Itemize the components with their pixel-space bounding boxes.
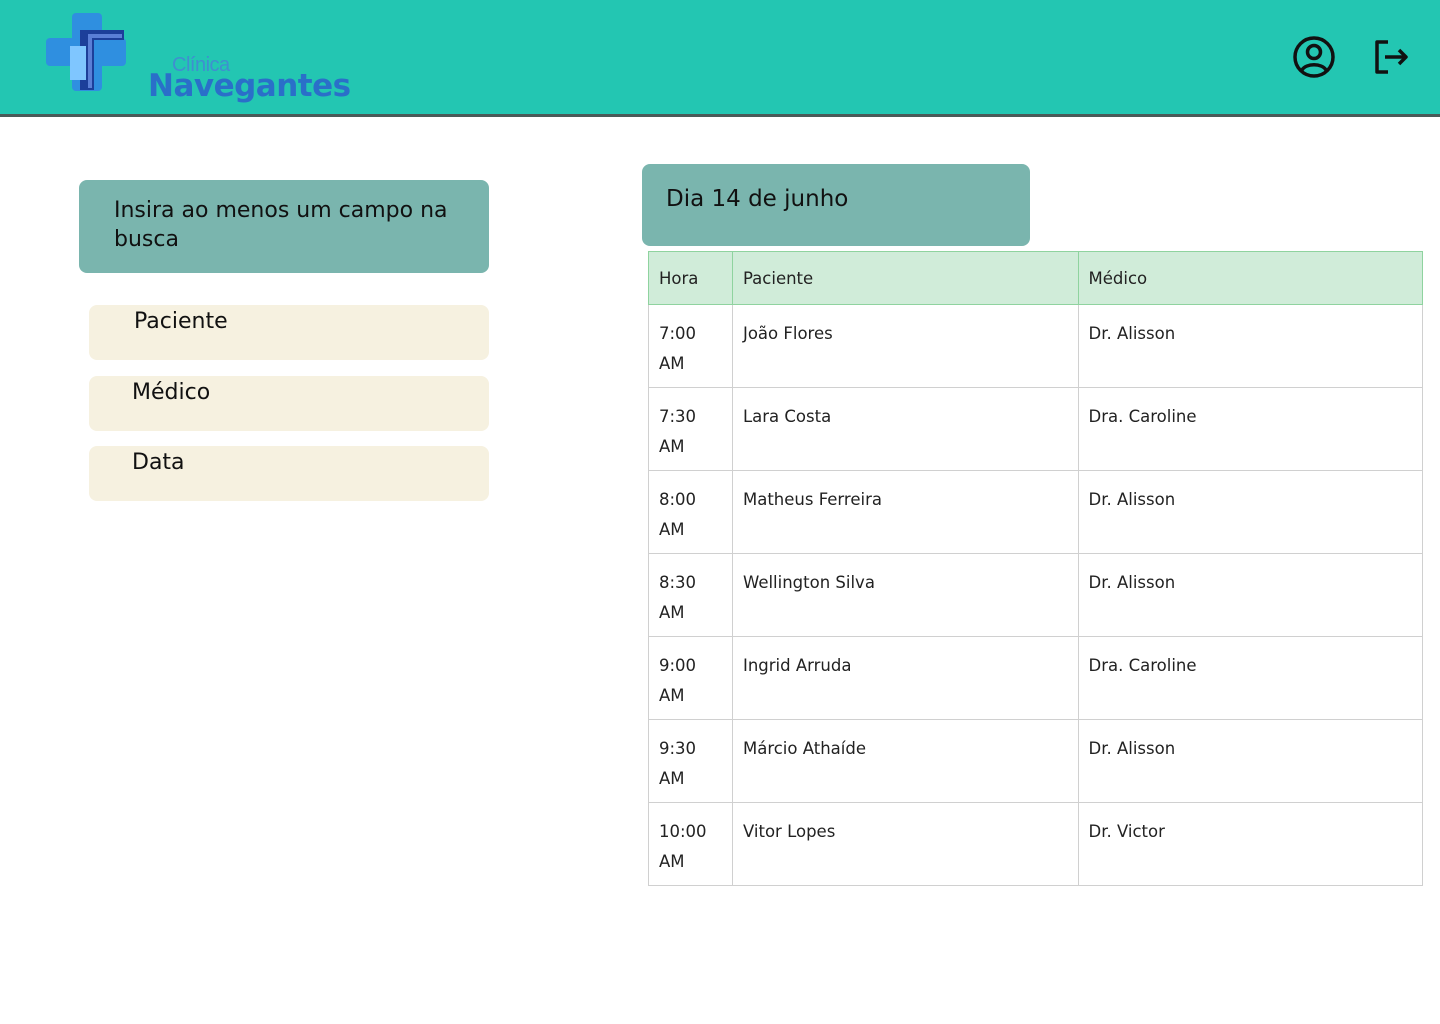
paciente-search-field[interactable]: Paciente xyxy=(89,305,489,360)
search-hint: Insira ao menos um campo na busca xyxy=(79,180,489,273)
cross-logo-icon xyxy=(46,13,126,91)
paciente-cell: Ingrid Arruda xyxy=(731,636,1079,720)
medico-cell: Dr. Alisson xyxy=(1077,304,1423,388)
hora-cell: 9:30 AM xyxy=(648,719,733,803)
schedule-date-label: Dia 14 de junho xyxy=(642,164,1030,246)
data-field-label: Data xyxy=(132,450,185,475)
clinic-logo[interactable]: Clínica Navegantes xyxy=(44,10,351,104)
medico-field-label: Médico xyxy=(132,380,211,405)
hora-cell: 7:30 AM xyxy=(648,387,733,471)
paciente-cell: Márcio Athaíde xyxy=(731,719,1079,803)
logo-navegantes-text: Navegantes xyxy=(148,68,351,104)
data-search-field[interactable]: Data xyxy=(89,446,489,501)
hora-cell: 9:00 AM xyxy=(648,636,733,720)
table-row[interactable]: 8:00 AM Matheus Ferreira Dr. Alisson xyxy=(648,470,1423,554)
user-circle-icon[interactable] xyxy=(1291,34,1337,80)
medico-cell: Dr. Alisson xyxy=(1077,470,1423,554)
hora-cell: 10:00 AM xyxy=(648,802,733,886)
paciente-cell: Matheus Ferreira xyxy=(731,470,1079,554)
logout-icon[interactable] xyxy=(1368,34,1414,80)
column-header-hora[interactable]: Hora xyxy=(648,251,733,305)
hora-cell: 8:00 AM xyxy=(648,470,733,554)
medico-search-field[interactable]: Médico xyxy=(89,376,489,431)
column-header-medico[interactable]: Médico xyxy=(1077,251,1423,305)
medico-cell: Dr. Victor xyxy=(1077,802,1423,886)
hora-cell: 8:30 AM xyxy=(648,553,733,637)
table-row[interactable]: 10:00 AM Vitor Lopes Dr. Victor xyxy=(648,802,1423,886)
table-row[interactable]: 9:00 AM Ingrid Arruda Dra. Caroline xyxy=(648,636,1423,720)
paciente-cell: Lara Costa xyxy=(731,387,1079,471)
medico-cell: Dra. Caroline xyxy=(1077,636,1423,720)
paciente-cell: Wellington Silva xyxy=(731,553,1079,637)
appointments-table: Hora Paciente Médico 7:00 AM João Flores … xyxy=(648,251,1423,886)
paciente-field-label: Paciente xyxy=(134,309,228,334)
column-header-paciente[interactable]: Paciente xyxy=(731,251,1079,305)
paciente-cell: Vitor Lopes xyxy=(731,802,1079,886)
top-header: Clínica Navegantes xyxy=(0,0,1440,117)
table-row[interactable]: 9:30 AM Márcio Athaíde Dr. Alisson xyxy=(648,719,1423,803)
medico-cell: Dr. Alisson xyxy=(1077,719,1423,803)
table-row[interactable]: 8:30 AM Wellington Silva Dr. Alisson xyxy=(648,553,1423,637)
medico-cell: Dr. Alisson xyxy=(1077,553,1423,637)
table-header-row: Hora Paciente Médico xyxy=(648,251,1423,305)
medico-cell: Dra. Caroline xyxy=(1077,387,1423,471)
table-row[interactable]: 7:30 AM Lara Costa Dra. Caroline xyxy=(648,387,1423,471)
hora-cell: 7:00 AM xyxy=(648,304,733,388)
paciente-cell: João Flores xyxy=(731,304,1079,388)
table-row[interactable]: 7:00 AM João Flores Dr. Alisson xyxy=(648,304,1423,388)
